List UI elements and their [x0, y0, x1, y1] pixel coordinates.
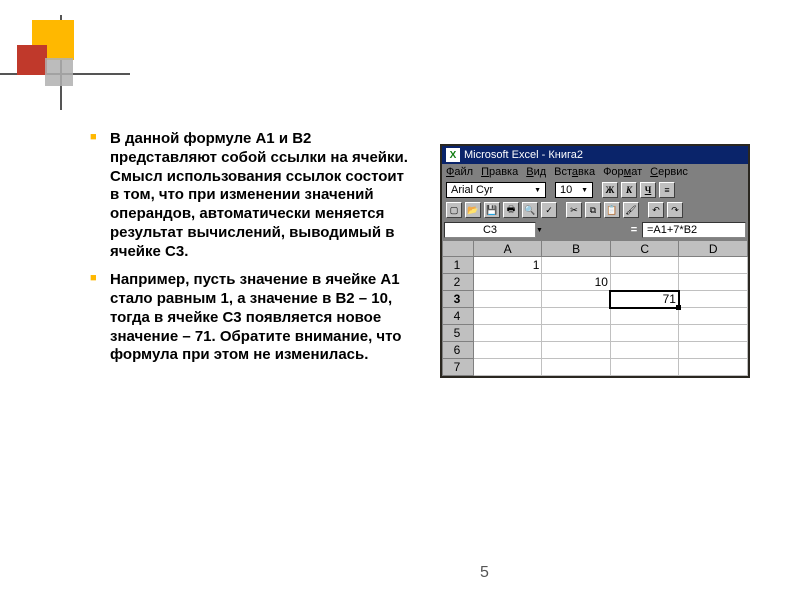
new-icon[interactable]: ▢	[446, 202, 462, 218]
save-icon[interactable]: 💾	[484, 202, 500, 218]
row-header[interactable]: 5	[443, 325, 474, 342]
spell-icon[interactable]: ✓	[541, 202, 557, 218]
row-header[interactable]: 2	[443, 274, 474, 291]
window-title: Microsoft Excel - Книга2	[464, 149, 583, 161]
excel-icon: X	[446, 148, 460, 162]
row-header[interactable]: 4	[443, 308, 474, 325]
cell[interactable]	[610, 274, 679, 291]
print-icon[interactable]: 🖶	[503, 202, 519, 218]
row-header[interactable]: 3	[443, 291, 474, 308]
cell[interactable]	[610, 325, 679, 342]
formula-bar[interactable]: =A1+7*B2	[642, 222, 746, 238]
formula-bar-row: C3 ▼ = =A1+7*B2	[442, 220, 748, 240]
cell[interactable]	[542, 308, 611, 325]
cell[interactable]	[473, 359, 542, 376]
cell[interactable]	[610, 257, 679, 274]
cell[interactable]	[679, 291, 748, 308]
menu-view[interactable]: Вид	[526, 166, 546, 178]
col-header-D[interactable]: D	[679, 241, 748, 257]
bullet-1: В данной формуле A1 и B2 представляют со…	[100, 130, 415, 261]
cell[interactable]	[542, 291, 611, 308]
window-titlebar: X Microsoft Excel - Книга2	[442, 146, 748, 164]
open-icon[interactable]: 📂	[465, 202, 481, 218]
menu-insert[interactable]: Вставка	[554, 166, 595, 178]
cell[interactable]	[473, 291, 542, 308]
cell[interactable]	[473, 308, 542, 325]
underline-button[interactable]: Ч	[640, 182, 656, 198]
undo-icon[interactable]: ↶	[648, 202, 664, 218]
cell[interactable]	[679, 257, 748, 274]
cell[interactable]	[473, 325, 542, 342]
copy-icon[interactable]: ⧉	[585, 202, 601, 218]
row-header[interactable]: 7	[443, 359, 474, 376]
cell-C3[interactable]: 71	[610, 291, 679, 308]
col-header-A[interactable]: A	[473, 241, 542, 257]
chevron-down-icon: ▼	[534, 187, 541, 194]
name-box[interactable]: C3	[444, 222, 536, 238]
cell-A1[interactable]: 1	[473, 257, 542, 274]
cell[interactable]	[542, 342, 611, 359]
cell[interactable]	[679, 274, 748, 291]
cell[interactable]	[610, 359, 679, 376]
cell[interactable]	[679, 308, 748, 325]
equals-button[interactable]: =	[626, 224, 642, 236]
cell[interactable]	[542, 325, 611, 342]
row-header[interactable]: 6	[443, 342, 474, 359]
cell[interactable]	[679, 359, 748, 376]
font-size-select[interactable]: 10▼	[555, 182, 593, 198]
cell[interactable]	[473, 274, 542, 291]
cell[interactable]	[610, 308, 679, 325]
cell[interactable]	[473, 342, 542, 359]
font-name-select[interactable]: Arial Cyr▼	[446, 182, 546, 198]
italic-button[interactable]: К	[621, 182, 637, 198]
menubar: Файл Правка Вид Вставка Формат Сервис	[442, 164, 748, 180]
paste-icon[interactable]: 📋	[604, 202, 620, 218]
cell-B2[interactable]: 10	[542, 274, 611, 291]
redo-icon[interactable]: ↷	[667, 202, 683, 218]
menu-edit[interactable]: Правка	[481, 166, 518, 178]
excel-screenshot: X Microsoft Excel - Книга2 Файл Правка В…	[440, 144, 750, 378]
paint-icon[interactable]: 🖌	[623, 202, 639, 218]
menu-tools[interactable]: Сервис	[650, 166, 688, 178]
align-button[interactable]: ≡	[659, 182, 675, 198]
cut-icon[interactable]: ✂	[566, 202, 582, 218]
cell[interactable]	[542, 257, 611, 274]
spreadsheet-grid[interactable]: A B C D 1 1 2 10 3	[442, 240, 748, 376]
toolbar-standard: ▢ 📂 💾 🖶 🔍 ✓ ✂ ⧉ 📋 🖌 ↶ ↷	[442, 200, 748, 220]
chevron-down-icon: ▼	[581, 187, 588, 194]
col-header-C[interactable]: C	[610, 241, 679, 257]
col-header-B[interactable]: B	[542, 241, 611, 257]
menu-file[interactable]: Файл	[446, 166, 473, 178]
preview-icon[interactable]: 🔍	[522, 202, 538, 218]
row-header[interactable]: 1	[443, 257, 474, 274]
chevron-down-icon: ▼	[536, 227, 543, 234]
slide-text: В данной формуле A1 и B2 представляют со…	[100, 130, 415, 375]
cell[interactable]	[679, 342, 748, 359]
page-number: 5	[480, 564, 489, 582]
select-all-corner[interactable]	[443, 241, 474, 257]
menu-format[interactable]: Формат	[603, 166, 642, 178]
toolbar-font: Arial Cyr▼ 10▼ Ж К Ч ≡	[442, 180, 748, 200]
cell[interactable]	[610, 342, 679, 359]
bullet-2: Например, пусть значение в ячейке A1 ста…	[100, 271, 415, 365]
cell[interactable]	[542, 359, 611, 376]
cell[interactable]	[679, 325, 748, 342]
bold-button[interactable]: Ж	[602, 182, 618, 198]
